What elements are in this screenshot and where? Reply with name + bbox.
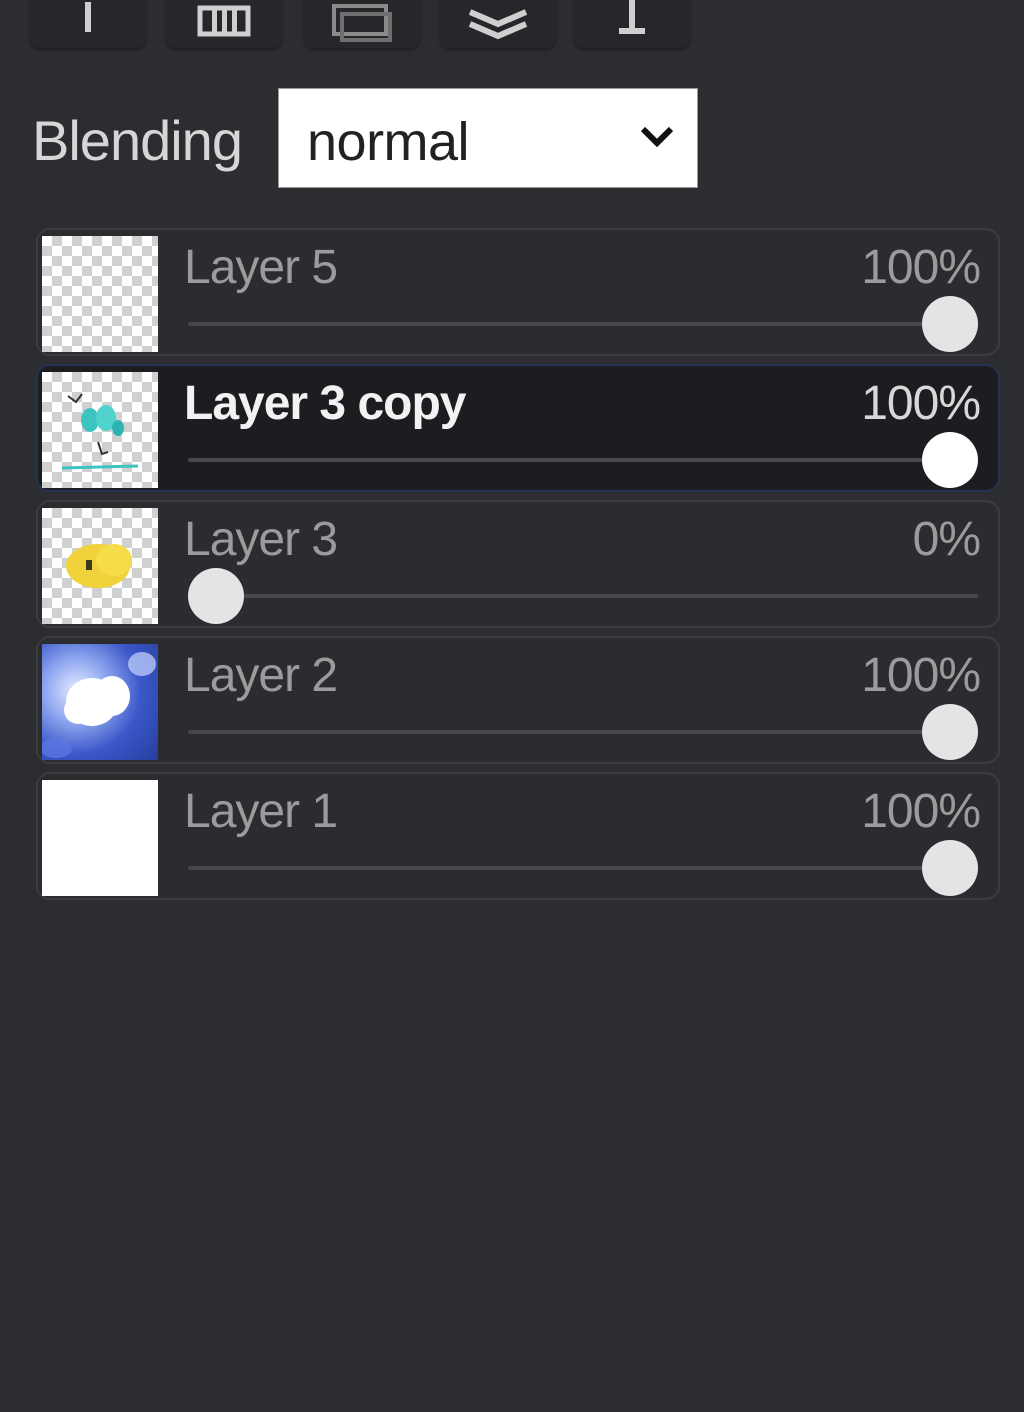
layer-row-active[interactable]: Layer 3 copy 100%: [36, 364, 1000, 492]
layers-stack-icon: [468, 9, 528, 40]
layer-row[interactable]: Layer 3 0%: [36, 500, 1000, 628]
opacity-slider[interactable]: [188, 704, 978, 760]
opacity-slider-handle[interactable]: [922, 296, 978, 352]
blending-label: Blending: [32, 109, 243, 172]
delete-layer-icon: [197, 5, 251, 37]
layer-name: Layer 1: [184, 785, 338, 838]
opacity-slider[interactable]: [188, 296, 978, 352]
layer-row[interactable]: Layer 2 100%: [36, 636, 1000, 764]
opacity-slider[interactable]: [188, 432, 978, 488]
blending-select-value: normal: [307, 112, 470, 172]
layer-thumbnail: [42, 236, 158, 352]
layer-thumbnail: [42, 644, 158, 760]
move-layer-button[interactable]: [574, 0, 690, 48]
duplicate-layer-icon: [332, 4, 392, 42]
layer-opacity-value: 100%: [861, 785, 981, 838]
layer-opacity-value: 0%: [912, 513, 981, 566]
blending-select[interactable]: normal: [278, 88, 698, 188]
layer-thumbnail: [42, 372, 158, 488]
add-layer-icon: [85, 2, 91, 32]
opacity-slider-handle[interactable]: [922, 704, 978, 760]
opacity-slider-handle[interactable]: [188, 568, 244, 624]
duplicate-layer-button[interactable]: [304, 0, 420, 48]
layer-row[interactable]: Layer 5 100%: [36, 228, 1000, 356]
add-layer-button[interactable]: [30, 0, 146, 48]
opacity-slider-handle[interactable]: [922, 840, 978, 896]
layer-thumbnail: [42, 780, 158, 896]
layer-opacity-value: 100%: [861, 649, 981, 702]
layer-name: Layer 3: [184, 513, 338, 566]
delete-layer-button[interactable]: [166, 0, 282, 48]
layer-name: Layer 2: [184, 649, 338, 702]
opacity-slider[interactable]: [188, 568, 978, 624]
opacity-slider[interactable]: [188, 840, 978, 896]
layer-opacity-value: 100%: [861, 241, 981, 294]
opacity-slider-handle[interactable]: [922, 432, 978, 488]
layers-stack-button[interactable]: [440, 0, 556, 48]
layer-thumbnail: [42, 508, 158, 624]
cloud-thumbnail-art: [42, 652, 156, 758]
sketch-thumbnail-art: [61, 393, 139, 470]
chevron-down-icon: [640, 126, 674, 148]
layer-name: Layer 5: [184, 241, 338, 294]
move-layer-icon: [619, 0, 645, 34]
layer-opacity-value: 100%: [861, 377, 981, 430]
layer-row[interactable]: Layer 1 100%: [36, 772, 1000, 900]
layer-name: Layer 3 copy: [184, 377, 466, 430]
yellow-thumbnail-art: [66, 544, 132, 588]
